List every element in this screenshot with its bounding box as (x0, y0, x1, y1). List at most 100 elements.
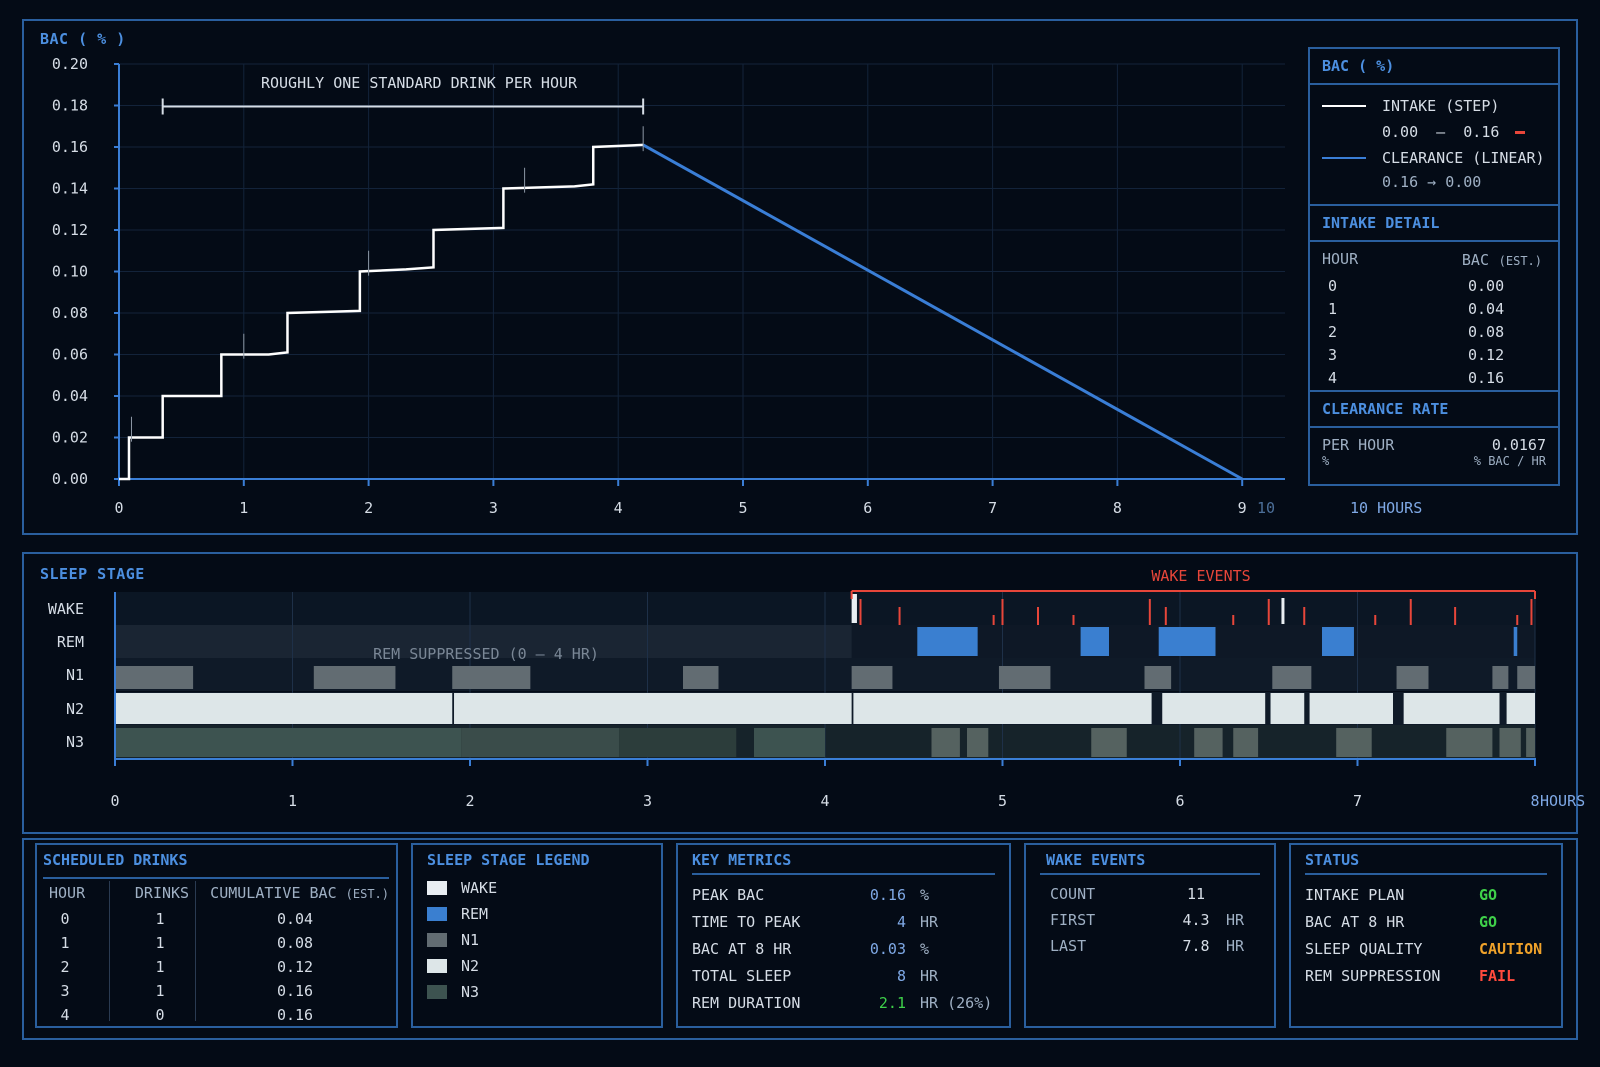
key-metrics-box: KEY METRICS PEAK BAC 0.16% TIME TO PEAK 4 HR… (676, 843, 1011, 1028)
key-metrics-rows: PEAK BAC 0.16% TIME TO PEAK 4 HR BAC AT 8 HR 0… (678, 875, 1009, 1022)
intake-detail-row: 4 0.16 (1322, 366, 1546, 389)
drinks-row-drinks: 1 (155, 958, 165, 976)
wake-events-label: WAKE EVENTS (1151, 567, 1250, 585)
sleep-x-tick-label: 1 (288, 792, 297, 810)
rem-suppressed-label: REM SUPPRESSED (0 – 4 HR) (373, 645, 599, 663)
bac-y-tick-label: 0.00 (52, 470, 88, 488)
sleep-segment-n1 (1492, 666, 1509, 689)
sleep-stage-label: N1 (66, 666, 84, 684)
intake-red-mark (1515, 131, 1526, 134)
clearance-legend-label: CLEARANCE (LINEAR) (1382, 149, 1545, 167)
sleep-legend-label: WAKE (461, 879, 498, 897)
intake-detail-rows: 0 0.00 1 0.04 2 0.08 3 0.12 4 0.16 (1322, 274, 1546, 389)
sleep-segment-n1 (452, 666, 531, 689)
sleep-segment-n3 (931, 728, 960, 757)
bac-annotation (161, 98, 645, 115)
sleep-segment-n1 (851, 666, 893, 689)
key-metric-row: BAC AT 8 HR 0.03% (692, 935, 995, 962)
drinks-row-hour: 3 (60, 982, 70, 1000)
per-hour-unit-right: % BAC / HR (1473, 454, 1546, 468)
intake-detail-hour: 2 (1328, 322, 1338, 341)
bac-y-tick-label: 0.10 (52, 263, 88, 281)
sleep-legend-box: SLEEP STAGE LEGEND WAKE REM N1 N2 N3 (411, 843, 663, 1028)
intake-detail-col-hour: HOUR (1322, 250, 1359, 268)
clearance-rate: CLEARANCE RATE PER HOUR 0.0167 % % BAC /… (1310, 390, 1558, 472)
sleep-legend-item: REM (427, 901, 647, 927)
bac-x-tick-label: 6 (863, 499, 872, 517)
scheduled-drinks-box: SCHEDULED DRINKS HOUR DRINKS CUMULATIVE … (35, 843, 398, 1028)
sleep-segment-n2 (115, 693, 453, 724)
bac-y-tick-label: 0.02 (52, 429, 88, 447)
drinks-rows: 0 1 0.04 1 1 0.08 2 1 0.12 3 1 0.16 4 0 0.16 (45, 907, 389, 1027)
wake-events-rows: COUNT 11 FIRST 4.3 HR LAST 7.8 HR (1026, 875, 1274, 965)
drinks-row-bac: 0.08 (276, 934, 314, 952)
sleep-legend-item: WAKE (427, 875, 647, 901)
status-badge: FAIL (1479, 966, 1516, 985)
bac-x-tick-label: 2 (364, 499, 373, 517)
key-metric-unit: % (920, 885, 930, 904)
bac-y-tick-label: 0.12 (52, 221, 88, 239)
wake-event-value: 4.3 (1182, 911, 1210, 929)
wake-event-value: 11 (1186, 885, 1206, 903)
scheduled-drinks-title: SCHEDULED DRINKS (43, 851, 188, 869)
intake-detail-bac: 0.04 (1468, 299, 1505, 318)
status-row: SLEEP QUALITY CAUTION (1305, 935, 1547, 962)
clearance-rate-title: CLEARANCE RATE (1322, 400, 1449, 418)
sleep-stage-label: REM (57, 633, 84, 651)
wake-event-unit: HR (1226, 911, 1245, 929)
per-hour-value: 0.0167 (1491, 436, 1546, 454)
sleep-chart: WAKE REM N1 N2 N3 0 1 2 3 4 5 6 7 8 REM SUPPRESSED (… (48, 567, 1585, 810)
wake-event-value: 7.8 (1182, 937, 1210, 955)
key-metric-unit: % (920, 939, 930, 958)
drinks-row-drinks: 1 (155, 934, 165, 952)
bac-legend: BAC ( %) INTAKE (STEP) 0.00 – 0.16 CLEAR… (1308, 47, 1560, 486)
wake-event-label: FIRST (1050, 911, 1096, 929)
sleep-x-tick-label: 0 (110, 792, 119, 810)
intake-legend-label: INTAKE (STEP) (1382, 97, 1500, 115)
drinks-row-hour: 1 (60, 934, 70, 952)
intake-detail-hour: 3 (1328, 345, 1338, 364)
sleep-segment-n2 (454, 693, 852, 724)
wake-event-unit: HR (1226, 937, 1245, 955)
bac-x-extra-tick: 10 (1257, 499, 1275, 517)
sleep-x-tick-label: 4 (820, 792, 829, 810)
sleep-segment-n1 (1517, 666, 1535, 689)
key-metric-value: 8 (896, 966, 906, 985)
intake-line-swatch (1322, 105, 1366, 107)
sleep-legend-swatch (427, 881, 447, 895)
bac-x-tick-label: 3 (489, 499, 498, 517)
per-hour-unit-left: % (1322, 454, 1330, 468)
clearance-line (642, 143, 1243, 481)
sleep-segment-n2 (1309, 693, 1393, 724)
sleep-segment-n1 (313, 666, 396, 689)
sleep-segment-rem (1513, 627, 1518, 656)
status-row: REM SUPPRESSION FAIL (1305, 962, 1547, 989)
sleep-segment-n1 (683, 666, 719, 689)
drinks-row-hour: 4 (60, 1006, 70, 1024)
key-metric-value: 0.16 (869, 885, 906, 904)
wake-events-title: WAKE EVENTS (1046, 851, 1146, 869)
drinks-row-bac: 0.12 (276, 958, 314, 976)
clearance-legend-range: 0.16 → 0.00 (1382, 173, 1482, 191)
sleep-segment-n3 (1499, 728, 1521, 757)
sleep-segment-n1 (1396, 666, 1429, 689)
drinks-row-hour: 2 (60, 958, 70, 976)
key-metric-unit: HR (920, 912, 939, 931)
intake-detail-hour: 0 (1328, 276, 1338, 295)
sleep-x-tick-label: 7 (1353, 792, 1362, 810)
key-metric-label: TIME TO PEAK (692, 912, 801, 931)
wake-event-label: COUNT (1050, 885, 1096, 903)
status-row: INTAKE PLAN GO (1305, 881, 1547, 908)
key-metric-label: TOTAL SLEEP (692, 966, 792, 985)
intake-detail-col-bac: BAC (1461, 251, 1489, 269)
drinks-col-hour: HOUR (49, 884, 86, 902)
intake-detail: INTAKE DETAIL HOUR BAC (EST.) 0 0.00 1 0.04… (1310, 204, 1558, 390)
sleep-legend-swatch (427, 933, 447, 947)
bac-x-tick-label: 5 (738, 499, 747, 517)
bac-ticks: 0.00 0.02 0.04 0.06 0.08 0.10 0.12 0.14 0.16 0.18… (52, 55, 1247, 517)
status-badge: GO (1479, 885, 1498, 904)
status-label: SLEEP QUALITY (1305, 939, 1423, 958)
sleep-stage-label: WAKE (48, 600, 84, 618)
drinks-row: 1 1 0.08 (45, 931, 389, 955)
per-hour-label: PER HOUR (1322, 436, 1395, 454)
